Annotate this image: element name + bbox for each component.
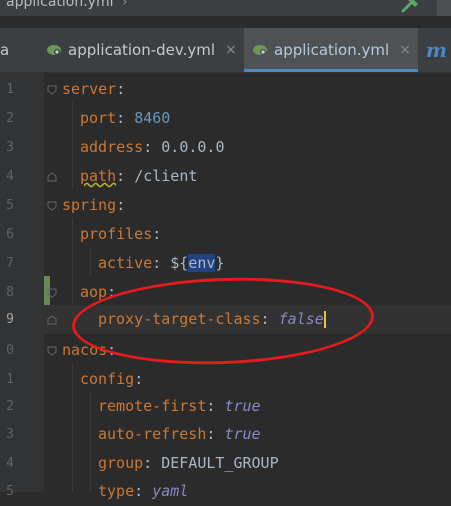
line-number: 4 bbox=[6, 169, 14, 184]
fold-marker-icon[interactable] bbox=[47, 85, 57, 95]
yaml-value: true bbox=[224, 397, 261, 415]
code-line: 3 auto-refresh: true bbox=[0, 420, 451, 449]
tab-label: a bbox=[0, 41, 10, 59]
yaml-separator: : bbox=[116, 196, 126, 214]
yaml-key: group bbox=[98, 454, 144, 472]
line-number: 6 bbox=[6, 227, 14, 242]
code-line: 5 spring: bbox=[0, 191, 451, 220]
yaml-key: active bbox=[98, 254, 153, 272]
tab-maven[interactable]: m bbox=[422, 28, 451, 72]
yaml-value: true bbox=[224, 425, 261, 443]
navigation-bar: application.yml › bbox=[0, 0, 451, 16]
yaml-key: auto-refresh bbox=[98, 425, 207, 443]
fold-marker-icon[interactable] bbox=[47, 288, 57, 298]
line-number: 3 bbox=[6, 427, 14, 442]
yaml-separator: : bbox=[134, 370, 144, 388]
tab-application-dev-yml[interactable]: application-dev.yml × bbox=[40, 28, 242, 72]
line-number: 7 bbox=[6, 256, 14, 271]
line-number: 1 bbox=[6, 372, 14, 387]
yaml-key: port bbox=[80, 109, 117, 127]
close-icon[interactable]: × bbox=[399, 42, 411, 58]
env-placeholder: env bbox=[188, 254, 216, 272]
code-line: 1 server: bbox=[0, 75, 451, 104]
line-number: 0 bbox=[6, 343, 14, 358]
yaml-value: 8460 bbox=[134, 109, 171, 127]
spring-leaf-icon bbox=[47, 45, 61, 55]
yaml-value: yaml bbox=[152, 482, 189, 500]
yaml-value-prefix: ${ bbox=[170, 254, 189, 272]
line-number: 4 bbox=[6, 456, 14, 471]
fold-marker-icon[interactable] bbox=[47, 346, 57, 356]
line-number: 8 bbox=[6, 285, 14, 300]
yaml-separator: : bbox=[134, 482, 153, 500]
yaml-key: profiles bbox=[80, 225, 153, 243]
yaml-separator: : bbox=[152, 225, 162, 243]
yaml-value-suffix: } bbox=[215, 254, 225, 272]
fold-end-marker-icon[interactable] bbox=[47, 315, 57, 325]
code-line: 4 group: DEFAULT_GROUP bbox=[0, 449, 451, 478]
line-number: 1 bbox=[6, 82, 14, 97]
yaml-key: config bbox=[80, 370, 135, 388]
yaml-separator: : bbox=[152, 254, 171, 272]
code-line: 1 config: bbox=[0, 365, 451, 394]
yaml-separator: : bbox=[206, 397, 225, 415]
code-line: 4 path: /client bbox=[0, 162, 451, 191]
tab-label: application-dev.yml bbox=[68, 41, 216, 59]
fold-end-marker-icon[interactable] bbox=[47, 172, 57, 182]
yaml-key: spring bbox=[62, 196, 117, 214]
spring-leaf-icon bbox=[253, 45, 267, 55]
line-number: 2 bbox=[6, 399, 14, 414]
code-line: 3 address: 0.0.0.0 bbox=[0, 133, 451, 162]
yaml-key: type bbox=[98, 482, 135, 500]
close-icon[interactable]: × bbox=[225, 42, 237, 58]
chevron-right-icon: › bbox=[122, 0, 128, 10]
code-line: 2 port: 8460 bbox=[0, 104, 451, 133]
line-number: 2 bbox=[6, 111, 14, 126]
yaml-key: server bbox=[62, 80, 117, 98]
yaml-separator: : bbox=[116, 167, 135, 185]
code-line: 6 profiles: bbox=[0, 220, 451, 249]
yaml-value: 0.0.0.0 bbox=[161, 138, 225, 156]
yaml-key: path bbox=[80, 167, 117, 185]
yaml-separator: : bbox=[116, 80, 126, 98]
code-line: 2 remote-first: true bbox=[0, 392, 451, 421]
yaml-value: /client bbox=[134, 167, 198, 185]
editor-tab-bar: a application-dev.yml × application.yml … bbox=[0, 28, 451, 73]
yaml-value: DEFAULT_GROUP bbox=[161, 454, 279, 472]
yaml-separator: : bbox=[143, 138, 162, 156]
tab-label: application.yml bbox=[274, 41, 390, 59]
yaml-key: address bbox=[80, 138, 144, 156]
yaml-separator: : bbox=[116, 109, 135, 127]
maven-icon: m bbox=[425, 38, 448, 62]
breadcrumb-file[interactable]: application.yml bbox=[6, 0, 114, 10]
yaml-separator: : bbox=[206, 425, 225, 443]
build-hammer-icon[interactable] bbox=[400, 0, 422, 14]
yaml-separator: : bbox=[143, 454, 162, 472]
fold-marker-icon[interactable] bbox=[47, 201, 57, 211]
tab-application-yml[interactable]: application.yml × bbox=[244, 28, 418, 72]
code-line: 7 active: ${env} bbox=[0, 249, 451, 278]
line-number: 3 bbox=[6, 140, 14, 155]
toolbar-button[interactable] bbox=[437, 0, 451, 16]
line-number: 5 bbox=[6, 198, 14, 213]
tab-partial[interactable]: a bbox=[0, 28, 36, 72]
yaml-key: remote-first bbox=[98, 397, 207, 415]
line-number: 9 bbox=[6, 312, 14, 327]
